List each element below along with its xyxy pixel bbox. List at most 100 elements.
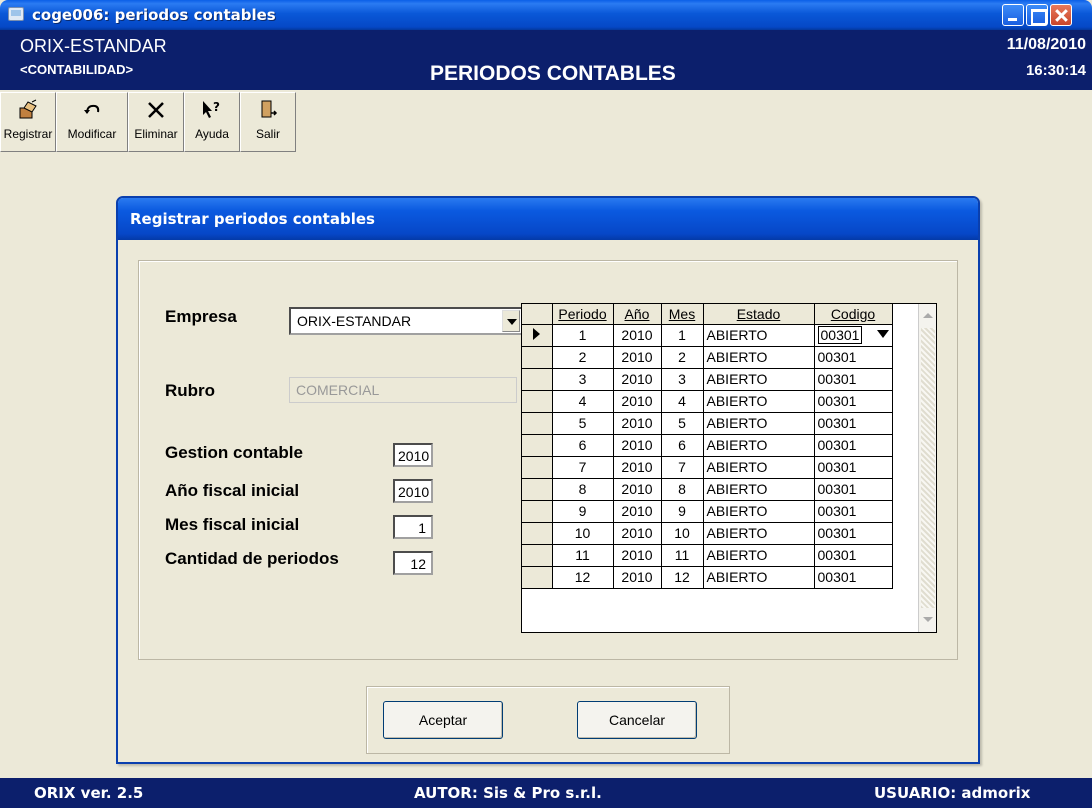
- cell-codigo[interactable]: 00301: [814, 544, 893, 567]
- cell-estado[interactable]: ABIERTO: [703, 434, 815, 457]
- cell-estado[interactable]: ABIERTO: [703, 456, 815, 479]
- window-title-bar[interactable]: coge006: periodos contables: [0, 0, 1092, 30]
- cell-anio[interactable]: 2010: [613, 522, 662, 545]
- cell-periodo[interactable]: 5: [552, 412, 614, 435]
- column-header-codigo[interactable]: Codigo: [814, 304, 893, 325]
- cell-estado[interactable]: ABIERTO: [703, 566, 815, 589]
- eliminar-button[interactable]: Eliminar: [128, 92, 184, 152]
- cell-anio[interactable]: 2010: [613, 478, 662, 501]
- cell-anio[interactable]: 2010: [613, 500, 662, 523]
- cell-periodo[interactable]: 7: [552, 456, 614, 479]
- cell-estado[interactable]: ABIERTO: [703, 500, 815, 523]
- empresa-select[interactable]: ORIX-ESTANDAR: [289, 307, 523, 335]
- cantidad-periodos-field[interactable]: 12: [393, 551, 433, 575]
- salir-button[interactable]: Salir: [240, 92, 296, 152]
- cell-periodo[interactable]: 1: [552, 324, 614, 347]
- cell-periodo[interactable]: 4: [552, 390, 614, 413]
- table-row[interactable]: 9 2010 9 ABIERTO 00301: [522, 500, 893, 523]
- cell-periodo[interactable]: 10: [552, 522, 614, 545]
- table-row[interactable]: 8 2010 8 ABIERTO 00301: [522, 478, 893, 501]
- cell-mes[interactable]: 11: [661, 544, 704, 567]
- cell-periodo[interactable]: 8: [552, 478, 614, 501]
- row-indicator[interactable]: [522, 390, 553, 413]
- cell-anio[interactable]: 2010: [613, 434, 662, 457]
- cell-mes[interactable]: 2: [661, 346, 704, 369]
- maximize-button[interactable]: [1026, 4, 1048, 26]
- row-indicator[interactable]: [522, 456, 553, 479]
- cell-mes[interactable]: 12: [661, 566, 704, 589]
- ayuda-button[interactable]: ? Ayuda: [184, 92, 240, 152]
- cell-codigo[interactable]: 00301: [814, 522, 893, 545]
- table-row[interactable]: 1 2010 1 ABIERTO 00301: [522, 324, 893, 347]
- cell-estado[interactable]: ABIERTO: [703, 522, 815, 545]
- cell-estado[interactable]: ABIERTO: [703, 324, 815, 347]
- table-row[interactable]: 2 2010 2 ABIERTO 00301: [522, 346, 893, 369]
- cell-estado[interactable]: ABIERTO: [703, 390, 815, 413]
- row-indicator[interactable]: [522, 478, 553, 501]
- minimize-button[interactable]: [1002, 4, 1024, 26]
- cell-codigo[interactable]: 00301: [814, 390, 893, 413]
- row-indicator[interactable]: [522, 522, 553, 545]
- cell-anio[interactable]: 2010: [613, 390, 662, 413]
- cell-mes[interactable]: 5: [661, 412, 704, 435]
- scroll-up-icon[interactable]: [921, 308, 935, 324]
- cell-estado[interactable]: ABIERTO: [703, 368, 815, 391]
- cell-periodo[interactable]: 12: [552, 566, 614, 589]
- codigo-editor[interactable]: 00301: [817, 326, 863, 344]
- cell-mes[interactable]: 10: [661, 522, 704, 545]
- table-row[interactable]: 12 2010 12 ABIERTO 00301: [522, 566, 893, 589]
- cell-anio[interactable]: 2010: [613, 544, 662, 567]
- table-row[interactable]: 10 2010 10 ABIERTO 00301: [522, 522, 893, 545]
- cell-codigo[interactable]: 00301: [814, 368, 893, 391]
- cell-codigo[interactable]: 00301: [814, 566, 893, 589]
- cancelar-button[interactable]: Cancelar: [577, 701, 697, 739]
- cell-mes[interactable]: 1: [661, 324, 704, 347]
- cell-estado[interactable]: ABIERTO: [703, 412, 815, 435]
- aceptar-button[interactable]: Aceptar: [383, 701, 503, 739]
- cell-periodo[interactable]: 2: [552, 346, 614, 369]
- cell-anio[interactable]: 2010: [613, 324, 662, 347]
- row-indicator[interactable]: [522, 544, 553, 567]
- column-header-anio[interactable]: Año: [613, 304, 662, 325]
- app-window-icon[interactable]: [8, 7, 24, 21]
- cell-mes[interactable]: 6: [661, 434, 704, 457]
- cell-anio[interactable]: 2010: [613, 346, 662, 369]
- dialog-title[interactable]: Registrar periodos contables: [118, 198, 978, 240]
- table-row[interactable]: 4 2010 4 ABIERTO 00301: [522, 390, 893, 413]
- cell-codigo[interactable]: 00301: [814, 434, 893, 457]
- registrar-button[interactable]: Registrar: [0, 92, 56, 152]
- modificar-button[interactable]: Modificar: [56, 92, 128, 152]
- cell-anio[interactable]: 2010: [613, 412, 662, 435]
- cell-mes[interactable]: 7: [661, 456, 704, 479]
- table-row[interactable]: 6 2010 6 ABIERTO 00301: [522, 434, 893, 457]
- cell-anio[interactable]: 2010: [613, 566, 662, 589]
- row-indicator[interactable]: [522, 434, 553, 457]
- cell-periodo[interactable]: 6: [552, 434, 614, 457]
- cell-codigo[interactable]: 00301: [814, 478, 893, 501]
- cell-estado[interactable]: ABIERTO: [703, 478, 815, 501]
- cell-mes[interactable]: 9: [661, 500, 704, 523]
- cell-anio[interactable]: 2010: [613, 456, 662, 479]
- cell-codigo[interactable]: 00301: [814, 346, 893, 369]
- cell-codigo[interactable]: 00301: [814, 500, 893, 523]
- cell-codigo[interactable]: 00301: [814, 324, 893, 347]
- grid-vertical-scrollbar[interactable]: [918, 304, 936, 632]
- table-row[interactable]: 3 2010 3 ABIERTO 00301: [522, 368, 893, 391]
- column-header-mes[interactable]: Mes: [661, 304, 704, 325]
- cell-estado[interactable]: ABIERTO: [703, 544, 815, 567]
- row-indicator[interactable]: [522, 500, 553, 523]
- cell-codigo[interactable]: 00301: [814, 412, 893, 435]
- cell-periodo[interactable]: 9: [552, 500, 614, 523]
- cell-codigo[interactable]: 00301: [814, 456, 893, 479]
- cell-periodo[interactable]: 3: [552, 368, 614, 391]
- table-row[interactable]: 11 2010 11 ABIERTO 00301: [522, 544, 893, 567]
- cell-mes[interactable]: 3: [661, 368, 704, 391]
- cell-mes[interactable]: 8: [661, 478, 704, 501]
- scroll-track[interactable]: [921, 328, 935, 608]
- cell-mes[interactable]: 4: [661, 390, 704, 413]
- column-header-estado[interactable]: Estado: [703, 304, 815, 325]
- column-header-periodo[interactable]: Periodo: [552, 304, 614, 325]
- row-indicator[interactable]: [522, 412, 553, 435]
- row-indicator[interactable]: [522, 324, 553, 347]
- chevron-down-icon[interactable]: [876, 329, 889, 338]
